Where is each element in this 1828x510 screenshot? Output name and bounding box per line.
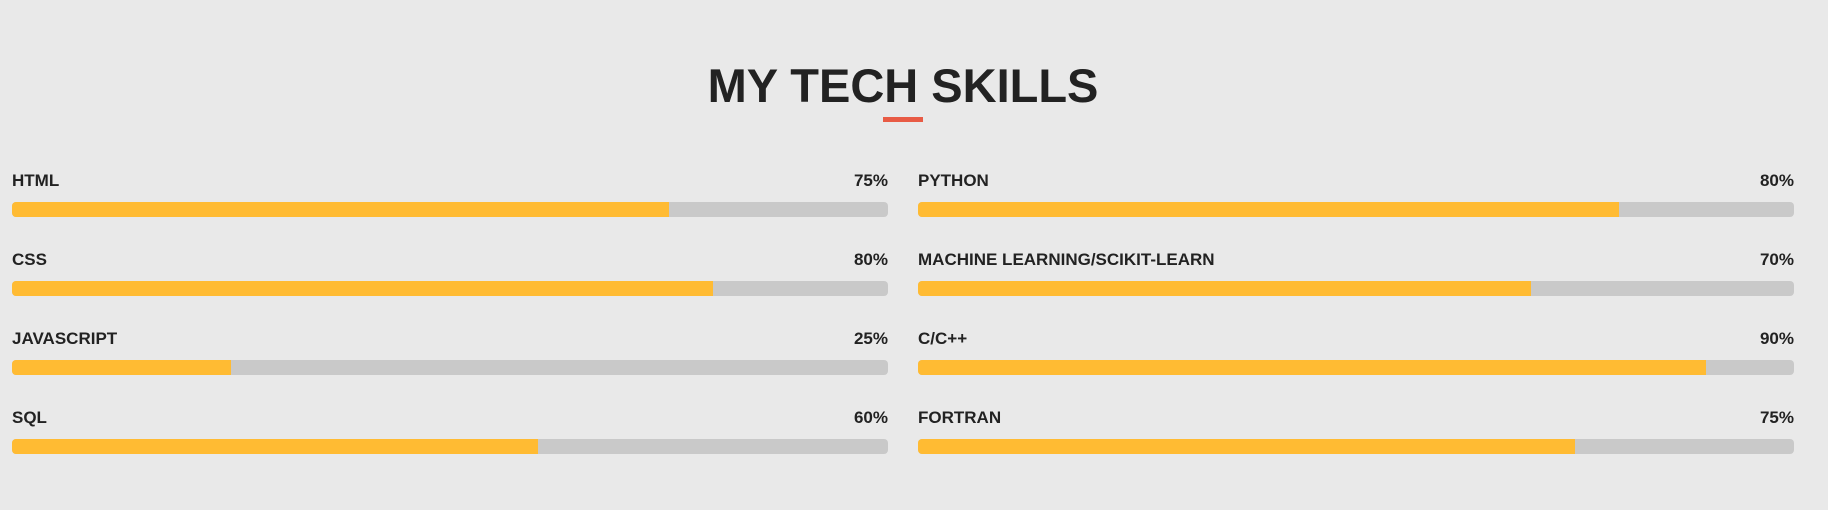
skill-progress-bar: [12, 360, 888, 375]
skill-header: MACHINE LEARNING/SCIKIT-LEARN 70%: [918, 249, 1794, 271]
skill-progress-fill: [12, 439, 538, 454]
skill-item-sql: SQL 60%: [12, 403, 888, 482]
skill-header: CSS 80%: [12, 249, 888, 271]
skill-header: PYTHON 80%: [918, 170, 1794, 192]
skill-header: FORTRAN 75%: [918, 407, 1794, 429]
skill-percent: 60%: [853, 408, 888, 427]
skill-percent: 70%: [1759, 250, 1794, 269]
skill-progress-bar: [918, 439, 1794, 454]
skill-progress-fill: [918, 281, 1532, 296]
skill-name: C/C++: [918, 329, 968, 348]
skill-name: CSS: [12, 250, 47, 269]
skill-progress-bar: [12, 202, 888, 217]
skill-progress-fill: [918, 439, 1575, 454]
skill-name: MACHINE LEARNING/SCIKIT-LEARN: [918, 250, 1215, 269]
skill-header: C/C++ 90%: [918, 328, 1794, 350]
skill-percent: 75%: [1759, 408, 1794, 427]
skill-percent: 80%: [853, 250, 888, 269]
skill-percent: 90%: [1759, 329, 1794, 348]
skill-item-css: CSS 80%: [12, 245, 888, 324]
skill-percent: 25%: [853, 329, 888, 348]
skill-name: SQL: [12, 408, 47, 427]
skill-progress-fill: [918, 202, 1619, 217]
section-title: MY TECH SKILLS: [707, 59, 1099, 112]
skill-progress-bar: [918, 202, 1794, 217]
skill-item-fortran: FORTRAN 75%: [918, 403, 1794, 482]
skills-grid: HTML 75% PYTHON 80% CSS 80% MACHINE LEAR…: [12, 166, 1794, 482]
skill-header: SQL 60%: [12, 407, 888, 429]
skill-item-python: PYTHON 80%: [918, 166, 1794, 245]
skill-progress-bar: [12, 281, 888, 296]
skill-progress-bar: [918, 360, 1794, 375]
skill-percent: 80%: [1759, 171, 1794, 190]
skill-item-javascript: JAVASCRIPT 25%: [12, 324, 888, 403]
tech-skills-section: MY TECH SKILLS HTML 75% PYTHON 80% CSS 8…: [0, 0, 1828, 510]
skill-item-html: HTML 75%: [12, 166, 888, 245]
skill-progress-fill: [12, 360, 231, 375]
skill-item-machine-learning: MACHINE LEARNING/SCIKIT-LEARN 70%: [918, 245, 1794, 324]
skill-item-c-cpp: C/C++ 90%: [918, 324, 1794, 403]
skill-name: PYTHON: [918, 171, 989, 190]
skill-name: FORTRAN: [918, 408, 1002, 427]
skill-header: HTML 75%: [12, 170, 888, 192]
skill-progress-fill: [12, 202, 669, 217]
skill-name: JAVASCRIPT: [12, 329, 118, 348]
skill-progress-fill: [12, 281, 713, 296]
skill-header: JAVASCRIPT 25%: [12, 328, 888, 350]
skill-progress-bar: [12, 439, 888, 454]
skill-name: HTML: [12, 171, 60, 190]
skill-progress-bar: [918, 281, 1794, 296]
title-underline: [883, 117, 923, 122]
skill-percent: 75%: [853, 171, 888, 190]
skill-progress-fill: [918, 360, 1707, 375]
